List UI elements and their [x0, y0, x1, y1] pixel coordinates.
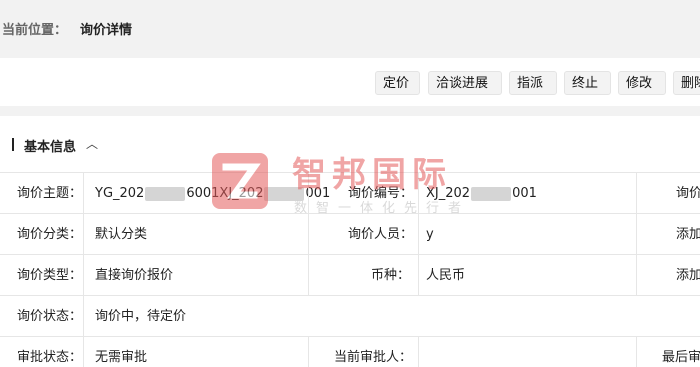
- cell-divider: [308, 255, 309, 296]
- label-inquiry-status: 询价状态：: [17, 309, 83, 324]
- label-inquiry-category: 询价分类：: [17, 227, 83, 242]
- price-button[interactable]: 定价: [375, 71, 420, 95]
- label-current-approver: 当前审批人：: [334, 350, 413, 365]
- cell-divider: [83, 214, 84, 255]
- watermark-slogan: 数智一体化先行者: [294, 201, 471, 216]
- label-inquiry-type: 询价类型：: [17, 268, 83, 283]
- cell-divider: [636, 337, 637, 367]
- section-accent-bar: [12, 138, 14, 151]
- page-title: 询价详情: [80, 23, 133, 38]
- table-row: 审批状态： 无需审批 当前审批人： 最后审: [0, 336, 700, 367]
- breadcrumb: 当前位置： 询价详情: [0, 0, 700, 56]
- cell-divider: [636, 255, 637, 296]
- subject-part-1: YG_202: [95, 186, 145, 201]
- label-col3-row2: 添加: [676, 227, 700, 242]
- watermark-name: 智邦国际: [292, 155, 452, 195]
- label-col3-row1: 询价: [676, 186, 700, 201]
- cell-divider: [636, 214, 637, 255]
- cell-divider: [308, 337, 309, 367]
- cell-divider: [83, 296, 84, 337]
- cell-divider: [636, 173, 637, 214]
- section-gap: [0, 106, 700, 116]
- value-currency: 人民币: [426, 268, 466, 283]
- value-inquiry-status: 询价中，待定价: [95, 309, 187, 324]
- value-inquiry-category: 默认分类: [95, 227, 148, 242]
- breadcrumb-prefix: 当前位置：: [2, 23, 68, 38]
- label-approval-status: 审批状态：: [17, 350, 83, 365]
- label-last-approver: 最后审: [662, 350, 700, 365]
- cell-divider: [418, 255, 419, 296]
- watermark-logo: 智邦国际 数智一体化先行者: [210, 147, 500, 222]
- terminate-button[interactable]: 终止: [564, 71, 611, 95]
- section-title: 基本信息: [24, 140, 77, 155]
- label-col3-row3: 添加: [676, 268, 700, 283]
- value-approval-status: 无需审批: [95, 350, 148, 365]
- label-currency: 币种：: [371, 268, 411, 283]
- redaction-mask: [145, 186, 186, 201]
- table-row: 询价类型： 直接询价报价 币种： 人民币 添加: [0, 254, 700, 296]
- cell-divider: [83, 255, 84, 296]
- action-toolbar: 定价 洽谈进展 指派 终止 修改 删除: [0, 58, 700, 106]
- number-part-2: 001: [512, 186, 537, 201]
- value-inquiry-type: 直接询价报价: [95, 268, 174, 283]
- table-row: 询价状态： 询价中，待定价: [0, 295, 700, 337]
- assign-button[interactable]: 指派: [509, 71, 557, 95]
- chevron-up-icon[interactable]: ︿: [86, 135, 98, 152]
- label-inquiry-subject: 询价主题：: [17, 186, 83, 201]
- cell-divider: [418, 337, 419, 367]
- edit-button[interactable]: 修改: [618, 71, 666, 95]
- delete-button[interactable]: 删除: [673, 71, 700, 95]
- cell-divider: [83, 337, 84, 367]
- brand-logo-icon: [212, 153, 268, 209]
- negotiation-progress-button[interactable]: 洽谈进展: [428, 71, 502, 95]
- cell-divider: [83, 173, 84, 214]
